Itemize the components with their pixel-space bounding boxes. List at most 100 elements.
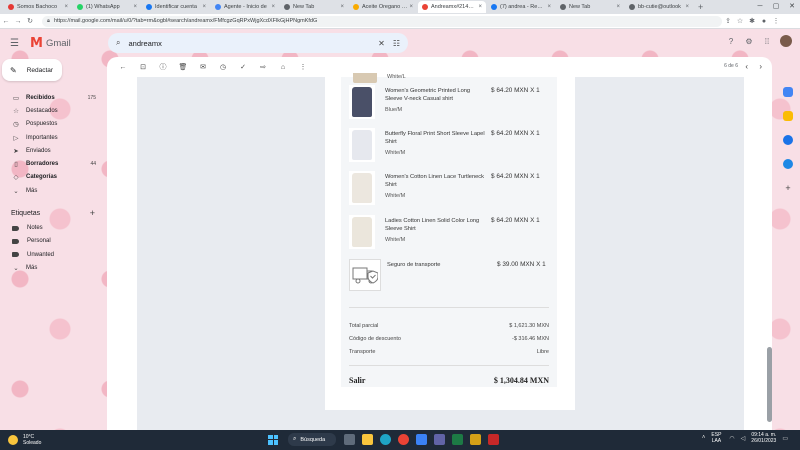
label-icon[interactable]: ⌂ xyxy=(273,64,293,71)
tasks-icon[interactable] xyxy=(783,135,793,145)
maximize-button[interactable]: ▢ xyxy=(768,0,784,14)
profile-icon[interactable]: ● xyxy=(758,18,770,25)
notifications-icon[interactable]: ▭ xyxy=(782,435,788,442)
store-icon[interactable] xyxy=(416,434,427,445)
wifi-icon[interactable]: ◠ xyxy=(729,435,734,442)
label-item-unwanted[interactable]: Unwanted xyxy=(0,248,106,261)
get-addons-icon[interactable]: + xyxy=(783,183,793,193)
product-image[interactable] xyxy=(349,171,375,205)
browser-tab[interactable]: bb-cutie@outlook × xyxy=(625,1,693,13)
search-input[interactable]: andreamx xyxy=(128,39,370,48)
sidebar-item-pospuestos[interactable]: ◷ Pospuestos xyxy=(0,118,106,131)
edge-icon[interactable] xyxy=(380,434,391,445)
browser-tab[interactable]: Identificar cuenta × xyxy=(142,1,210,13)
excel-icon[interactable] xyxy=(452,434,463,445)
labels-more[interactable]: ⌄ Más xyxy=(0,261,106,274)
game-icon[interactable] xyxy=(488,434,499,445)
delete-icon[interactable]: 🗑︎ xyxy=(173,63,193,71)
browser-tab[interactable]: Aceite Oregano 5x × xyxy=(349,1,417,13)
close-tab-icon[interactable]: × xyxy=(478,4,482,10)
product-image[interactable] xyxy=(349,215,375,249)
gmail-logo[interactable]: M Gmail xyxy=(30,36,71,51)
browser-tab[interactable]: (1) WhatsApp × xyxy=(73,1,141,13)
archive-icon[interactable]: ⊡ xyxy=(133,63,153,71)
browser-tab[interactable]: Agente - Inicio de × xyxy=(211,1,279,13)
search-bar[interactable]: ⌕ andreamx ✕ ☷ xyxy=(108,33,408,53)
product-name[interactable]: Ladies Cotton Linen Solid Color Long Sle… xyxy=(385,217,485,233)
reload-icon[interactable]: ↻ xyxy=(24,17,36,25)
label-item-personal[interactable]: Personal xyxy=(0,235,106,248)
move-to-icon[interactable]: ⇨ xyxy=(253,63,273,71)
sidebar-item-ms[interactable]: ⌄ Más xyxy=(0,184,106,197)
teams-icon[interactable] xyxy=(434,434,445,445)
more-options-icon[interactable]: ⋮ xyxy=(293,63,313,71)
mark-unread-icon[interactable]: ✉ xyxy=(193,63,213,71)
close-tab-icon[interactable]: × xyxy=(409,4,413,10)
product-image[interactable] xyxy=(349,85,375,119)
browser-tab[interactable]: New Tab × xyxy=(280,1,348,13)
volume-icon[interactable]: ◁ xyxy=(741,435,746,442)
add-label-icon[interactable]: + xyxy=(90,208,95,218)
calendar-icon[interactable] xyxy=(783,87,793,97)
close-tab-icon[interactable]: × xyxy=(616,4,620,10)
back-icon[interactable]: ← xyxy=(0,18,12,25)
prev-message-icon[interactable]: ‹ xyxy=(745,62,748,71)
report-spam-icon[interactable]: ⓘ xyxy=(153,62,173,72)
search-options-icon[interactable]: ☷ xyxy=(393,39,400,48)
bookmark-star-icon[interactable]: ☆ xyxy=(734,17,746,25)
label-item-notes[interactable]: Notes xyxy=(0,221,106,234)
weather-widget[interactable]: 10°C Soleado xyxy=(8,434,41,446)
sidebar-item-destacados[interactable]: ☆ Destacados xyxy=(0,104,106,117)
new-tab-button[interactable]: + xyxy=(698,2,703,12)
browser-tab[interactable]: New Tab × xyxy=(556,1,624,13)
browser-menu-icon[interactable]: ⋮ xyxy=(770,17,782,25)
sidebar-item-recibidos[interactable]: ▭ Recibidos 175 xyxy=(0,91,106,104)
scrollbar[interactable] xyxy=(767,347,772,422)
close-tab-icon[interactable]: × xyxy=(271,4,275,10)
close-tab-icon[interactable]: × xyxy=(202,4,206,10)
minimize-button[interactable]: ─ xyxy=(752,0,768,14)
sidebar-item-enviados[interactable]: ➤ Enviados xyxy=(0,144,106,157)
close-tab-icon[interactable]: × xyxy=(340,4,344,10)
app-icon[interactable] xyxy=(470,434,481,445)
product-name[interactable]: Butterfly Floral Print Short Sleeve Lape… xyxy=(385,130,485,146)
file-explorer-icon[interactable] xyxy=(362,434,373,445)
task-view-icon[interactable] xyxy=(344,434,355,445)
close-tab-icon[interactable]: × xyxy=(547,4,551,10)
add-task-icon[interactable]: ✓ xyxy=(233,63,253,71)
close-tab-icon[interactable]: × xyxy=(685,4,689,10)
tray-chevron-icon[interactable]: ˄ xyxy=(702,435,706,441)
language-indicator[interactable]: ESP LAA xyxy=(711,432,721,444)
keep-icon[interactable] xyxy=(783,111,793,121)
avatar[interactable] xyxy=(780,35,792,47)
apps-icon[interactable]: ⁞⁞ xyxy=(758,37,776,46)
share-icon[interactable]: ⇪ xyxy=(722,17,734,25)
back-to-list-icon[interactable]: ← xyxy=(113,64,133,71)
forward-icon[interactable]: → xyxy=(12,18,24,25)
sidebar-item-borradores[interactable]: ▯ Borradores 44 xyxy=(0,157,106,170)
sidebar-item-importantes[interactable]: ▷ Importantes xyxy=(0,131,106,144)
product-name[interactable]: Women's Geometric Printed Long Sleeve V-… xyxy=(385,87,485,103)
contacts-icon[interactable] xyxy=(783,159,793,169)
clear-search-icon[interactable]: ✕ xyxy=(378,39,385,48)
product-name[interactable]: Women's Cotton Linen Lace Turtleneck Shi… xyxy=(385,173,485,189)
browser-tab[interactable]: Andreamx#21483... × xyxy=(418,1,486,13)
close-tab-icon[interactable]: × xyxy=(133,4,137,10)
compose-button[interactable]: ✎ Redactar xyxy=(2,59,62,81)
close-window-button[interactable]: ✕ xyxy=(784,0,800,14)
help-icon[interactable]: ? xyxy=(722,37,740,46)
start-button[interactable] xyxy=(268,434,278,445)
product-image[interactable] xyxy=(349,128,375,162)
snooze-icon[interactable]: ◷ xyxy=(213,63,233,71)
settings-icon[interactable]: ⚙ xyxy=(740,37,758,46)
clock[interactable]: 09:14 a. m. 26/01/2023 xyxy=(751,432,776,444)
extensions-icon[interactable]: ✱ xyxy=(746,17,758,25)
chrome-icon[interactable] xyxy=(398,434,409,445)
address-bar[interactable]: 🔒︎ https://mail.google.com/mail/u/0/?tab… xyxy=(42,15,722,27)
main-menu-icon[interactable]: ☰ xyxy=(10,38,22,49)
browser-tab[interactable]: Somos Bachoco × xyxy=(4,1,72,13)
next-message-icon[interactable]: › xyxy=(759,62,762,71)
search-icon[interactable]: ⌕ xyxy=(116,38,120,48)
browser-tab[interactable]: (7) andrea - Result × xyxy=(487,1,555,13)
close-tab-icon[interactable]: × xyxy=(64,4,68,10)
